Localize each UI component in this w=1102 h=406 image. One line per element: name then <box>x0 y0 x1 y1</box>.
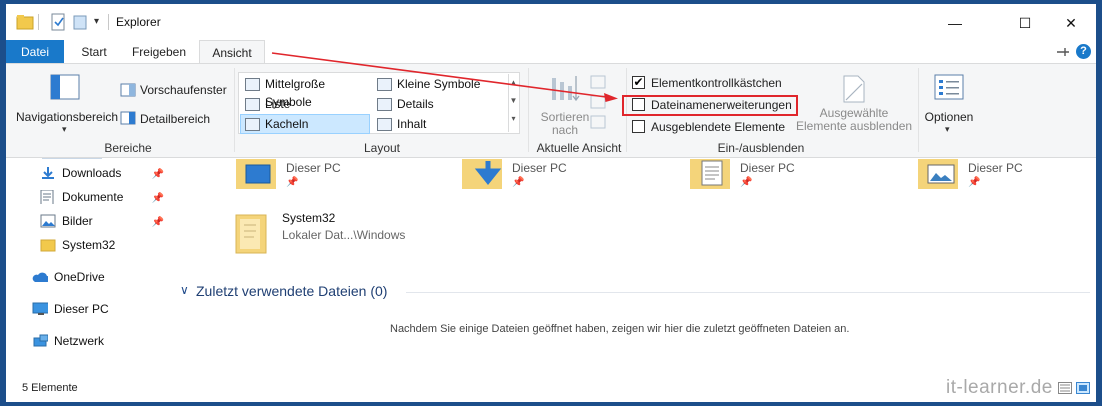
nav-item-downloads[interactable]: Downloads 📌 <box>6 161 168 185</box>
nav-item-label: Dokumente <box>62 190 124 204</box>
tile-label: Dieser PC <box>286 161 341 175</box>
status-bar: 5 Elemente it-learner.de <box>6 376 1096 402</box>
downloads-folder-icon <box>462 159 502 189</box>
item-count: 5 Elemente <box>22 382 78 394</box>
large-icons-view-icon[interactable] <box>1076 382 1090 394</box>
tile-folder[interactable]: Dieser PC 📌 <box>690 159 910 193</box>
tile-folder[interactable]: Dieser PC 📌 <box>236 159 456 193</box>
pin-icon[interactable]: 📌 <box>152 187 164 211</box>
nav-item-netzwerk[interactable]: Netzwerk <box>6 329 168 353</box>
pin-icon: 📌 <box>286 177 299 188</box>
system32-title: System32 <box>282 211 336 225</box>
nav-item-dieser-pc[interactable]: Dieser PC <box>6 297 168 321</box>
section-divider <box>406 292 1090 293</box>
nav-item-dokumente[interactable]: Dokumente 📌 <box>6 185 168 209</box>
document-icon <box>40 190 54 204</box>
explorer-window: ▾ Explorer — ☐ ✕ Datei Start Freigeben A… <box>6 4 1096 402</box>
nav-item-bilder[interactable]: Bilder 📌 <box>6 209 168 233</box>
tile-label: Dieser PC <box>512 161 567 175</box>
desktop-folder-icon <box>236 159 276 189</box>
pin-icon[interactable]: 📌 <box>152 163 164 187</box>
tile-folder[interactable]: Dieser PC 📌 <box>918 159 1088 193</box>
content-area: Dieser PC 📌 Dieser PC 📌 Dieser PC 📌 Dies… <box>168 159 1096 375</box>
nav-item-label: System32 <box>62 238 116 252</box>
tile-system32[interactable]: System32 Lokaler Dat...\Windows <box>234 209 474 257</box>
nav-item-label: OneDrive <box>54 270 105 284</box>
tile-folder[interactable]: Dieser PC 📌 <box>462 159 682 193</box>
pin-icon: 📌 <box>740 177 753 188</box>
pictures-folder-icon <box>918 159 958 189</box>
nav-item-label: Downloads <box>62 166 122 180</box>
navigation-pane: Downloads 📌 Dokumente 📌 Bilder 📌 System3… <box>6 158 168 375</box>
folder-icon <box>40 239 56 252</box>
chevron-down-icon[interactable]: ∨ <box>180 283 189 297</box>
nav-item-system32[interactable]: System32 <box>6 233 168 257</box>
pin-icon: 📌 <box>512 177 525 188</box>
nav-item-label: Dieser PC <box>54 302 109 316</box>
system32-subtitle: Lokaler Dat...\Windows <box>282 228 406 242</box>
documents-folder-icon <box>690 159 730 189</box>
recent-files-empty-text: Nachdem Sie einige Dateien geöffnet habe… <box>390 323 850 335</box>
recent-files-heading[interactable]: Zuletzt verwendete Dateien (0) <box>196 283 387 299</box>
details-view-icon[interactable] <box>1058 382 1072 394</box>
nav-item-label: Bilder <box>62 214 93 228</box>
nav-item-label: Netzwerk <box>54 334 105 348</box>
network-icon <box>33 334 48 347</box>
system32-folder-icon <box>235 214 267 254</box>
download-arrow-icon <box>42 167 54 179</box>
nav-item-onedrive[interactable]: OneDrive <box>6 265 168 289</box>
onedrive-cloud-icon <box>32 272 48 282</box>
pin-icon[interactable]: 📌 <box>152 211 164 235</box>
watermark: it-learner.de <box>946 377 1053 398</box>
tile-label: Dieser PC <box>740 161 795 175</box>
pictures-icon <box>40 214 56 228</box>
nav-scroll-fragment <box>42 155 102 159</box>
computer-icon <box>32 302 48 315</box>
annotation-arrow <box>271 52 618 102</box>
tile-label: Dieser PC <box>968 161 1023 175</box>
pin-icon: 📌 <box>968 177 981 188</box>
